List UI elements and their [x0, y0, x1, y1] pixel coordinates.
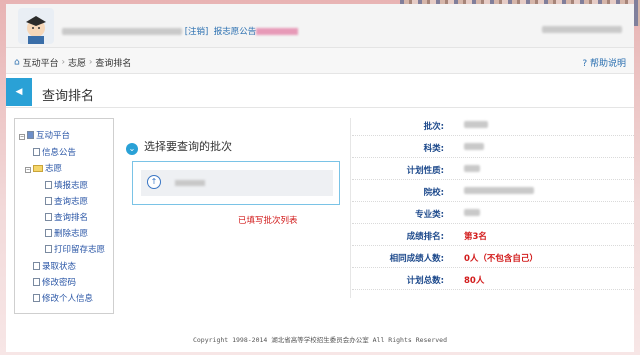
batch-heading: ⌄ 选择要查询的批次 [126, 138, 232, 155]
chevron-right-icon: › [61, 57, 66, 68]
chevron-right-icon: › [88, 57, 93, 68]
tree-item-delete-wish[interactable]: 删除志愿 [45, 227, 88, 239]
info-row-rank: 成绩排名: 第3名 [352, 224, 634, 246]
breadcrumb-item-wish[interactable]: 志愿 [68, 59, 86, 69]
info-row-batch: 批次: [352, 114, 634, 136]
page-icon [45, 213, 52, 221]
page-icon [45, 181, 52, 189]
header: [注销] 报志愿公告 [6, 4, 634, 48]
info-row-plan-type: 计划性质: [352, 158, 634, 180]
collapse-icon: − [19, 134, 25, 140]
divider [350, 118, 351, 298]
tree-item-query-rank[interactable]: 查询排名 [45, 211, 88, 223]
breadcrumb-item-platform[interactable]: 互动平台 [23, 59, 59, 69]
page-icon [45, 229, 52, 237]
avatar [18, 8, 54, 44]
page-icon [33, 148, 40, 156]
page-icon [45, 197, 52, 205]
info-row-major: 专业类: [352, 202, 634, 224]
nav-tree: − 互动平台 信息公告 − 志愿 填报志愿 查询志愿 查询排名 删除志愿 打印留存志… [14, 118, 114, 314]
home-icon: ⌂ [14, 57, 20, 68]
same-score-value: 0人（不包含自己） [464, 254, 538, 264]
folder-icon [33, 165, 43, 172]
collapse-button[interactable]: ◀ [6, 78, 32, 106]
tree-item-wish[interactable]: − 志愿 [25, 162, 62, 174]
header-right [542, 25, 622, 35]
batch-note: 已填写批次列表 [238, 216, 298, 226]
help-link[interactable]: ? 帮助说明 [582, 56, 626, 69]
title-bar: ◀ 查询排名 [6, 78, 634, 108]
tree-item-announcements[interactable]: 信息公告 [33, 146, 76, 158]
computer-icon [27, 131, 34, 139]
tree-item-admission[interactable]: 录取状态 [33, 260, 76, 272]
question-icon: ? [582, 59, 588, 69]
page-icon [33, 294, 40, 302]
breadcrumb: ⌂ 互动平台 › 志愿 › 查询排名 ? 帮助说明 [6, 48, 634, 74]
info-icon: ↑ [147, 175, 161, 189]
footer: Copyright 1998-2014 湖北省高等学校招生委员会办公室 All … [192, 336, 448, 344]
batch-item[interactable]: ↑ [141, 170, 333, 196]
plan-total-value: 80人 [464, 276, 485, 286]
breadcrumb-item-current: 查询排名 [95, 59, 132, 69]
info-row-same-score: 相同成绩人数: 0人（不包含自己） [352, 246, 634, 268]
page-icon [33, 278, 40, 286]
info-row-school: 院校: [352, 180, 634, 202]
tree-item-fill-wish[interactable]: 填报志愿 [45, 179, 88, 191]
tree-item-profile[interactable]: 修改个人信息 [33, 292, 93, 304]
rank-value: 第3名 [464, 232, 487, 242]
batch-list: ↑ [132, 161, 340, 205]
tree-item-query-wish[interactable]: 查询志愿 [45, 195, 88, 207]
tree-item-print-wish[interactable]: 打印留存志愿 [45, 243, 105, 255]
page-icon [45, 245, 52, 253]
chevron-down-icon: ⌄ [126, 143, 138, 155]
announcement-link[interactable]: 报志愿公告 [214, 27, 257, 37]
collapse-icon: − [25, 167, 31, 173]
blurred-name [62, 28, 182, 35]
tree-root[interactable]: − 互动平台 [19, 129, 70, 141]
logout-link[interactable]: [注销] [185, 27, 209, 37]
main-window: [注销] 报志愿公告 ⌂ 互动平台 › 志愿 › 查询排名 ? 帮助说明 ◀ 查… [6, 4, 634, 352]
batch-item-label [175, 180, 205, 186]
page-title: 查询排名 [42, 89, 95, 104]
tree-item-password[interactable]: 修改密码 [33, 276, 76, 288]
info-row-category: 科类: [352, 136, 634, 158]
info-row-plan-total: 计划总数: 80人 [352, 268, 634, 290]
user-info: [注销] 报志愿公告 [62, 25, 299, 37]
page-icon [33, 262, 40, 270]
caret-left-icon: ◀ [15, 87, 23, 97]
